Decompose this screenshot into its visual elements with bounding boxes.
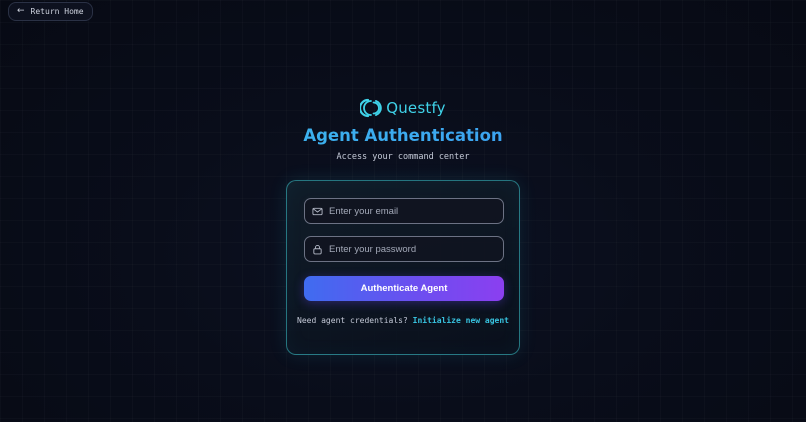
- authenticate-agent-button[interactable]: Authenticate Agent: [304, 276, 504, 301]
- signup-prompt-text: Need agent credentials?: [297, 316, 408, 325]
- brand-name: Questfy: [386, 99, 446, 117]
- return-home-label: Return Home: [30, 7, 84, 16]
- return-home-button[interactable]: ← Return Home: [8, 2, 93, 21]
- brand-logo: Questfy: [0, 97, 806, 119]
- password-input[interactable]: [329, 243, 489, 255]
- mail-icon: [312, 207, 323, 215]
- email-field[interactable]: [304, 198, 504, 224]
- login-card: Authenticate Agent Need agent credential…: [286, 180, 520, 355]
- page-subtitle: Access your command center: [336, 152, 470, 162]
- arrow-left-icon: ←: [17, 6, 25, 16]
- questfy-logo-icon: [360, 98, 383, 118]
- password-field[interactable]: [304, 236, 504, 262]
- email-input[interactable]: [329, 205, 489, 217]
- page-title: Agent Authentication: [0, 126, 806, 145]
- lock-icon: [313, 244, 322, 254]
- initialize-agent-link[interactable]: Initialize new agent: [413, 316, 509, 325]
- signup-prompt: Need agent credentials? Initialize new a…: [287, 314, 519, 327]
